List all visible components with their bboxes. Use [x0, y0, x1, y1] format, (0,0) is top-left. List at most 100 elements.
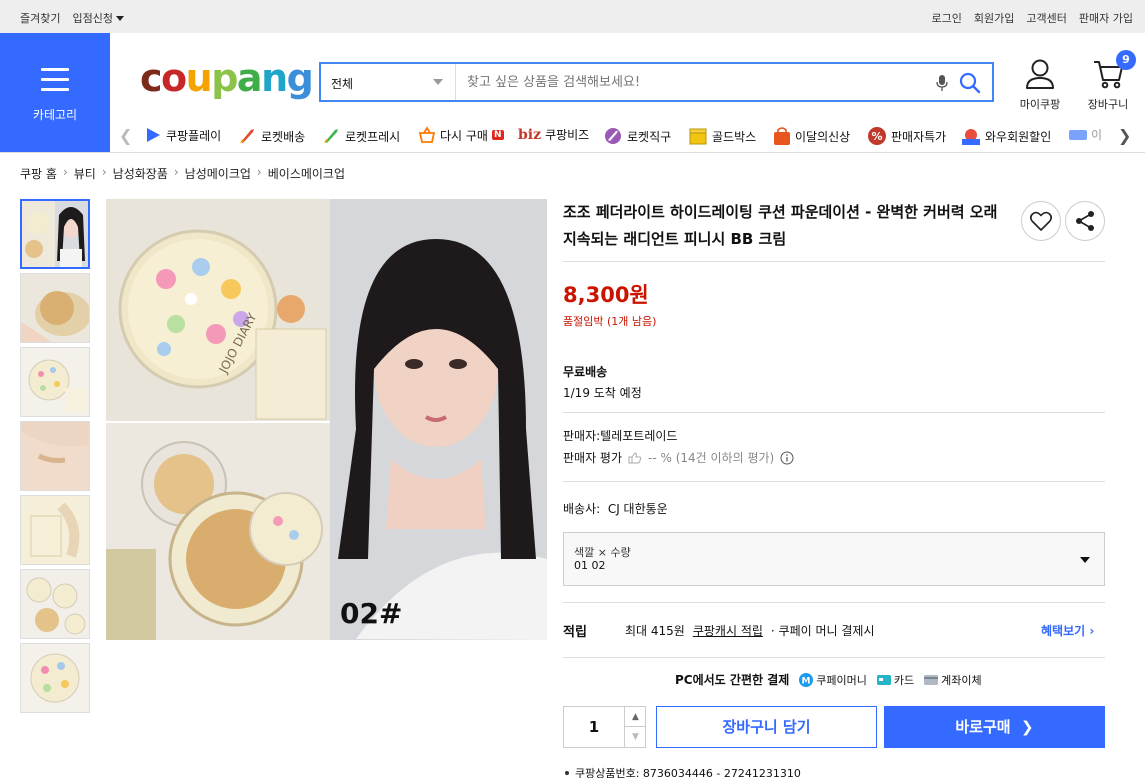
product-number: 쿠팡상품번호: 8736034446 - 27241231310: [565, 765, 801, 778]
login-link[interactable]: 로그인: [932, 10, 962, 26]
logo-letter: c: [140, 56, 163, 100]
nav-goldbox[interactable]: 골드박스: [688, 126, 756, 146]
payment-card: 카드: [876, 672, 915, 688]
coupon-icon: [1069, 129, 1087, 140]
product-thumbnail[interactable]: [20, 273, 90, 343]
category-label: 카테고리: [32, 108, 78, 122]
product-thumbnail[interactable]: [20, 421, 90, 491]
chevron-right-icon: ›: [1089, 624, 1095, 638]
divider: [563, 481, 1105, 482]
benefit-link-label: 혜택보기: [1041, 624, 1086, 638]
scroll-left-icon[interactable]: ❮: [119, 126, 132, 145]
nav-seller-deal[interactable]: % 판매자특가: [867, 126, 946, 146]
customer-center-link[interactable]: 고객센터: [1026, 10, 1066, 26]
nav-label: 와우회원할인: [985, 129, 1052, 144]
user-icon: [1026, 59, 1054, 89]
bullet-icon: [565, 771, 569, 775]
coupang-logo[interactable]: coupang: [140, 56, 314, 100]
search-scope-value: 전체: [331, 77, 354, 91]
payment-method-label: 카드: [893, 673, 915, 687]
breadcrumb-item[interactable]: 베이스메이크업: [268, 165, 345, 182]
nav-rebuy[interactable]: 다시 구매 N: [418, 126, 504, 144]
buy-now-button[interactable]: 바로구매 ❯: [884, 706, 1105, 748]
share-button[interactable]: [1065, 201, 1105, 241]
percent-icon: %: [868, 127, 886, 145]
info-icon[interactable]: [780, 451, 794, 465]
nav-coupang-play[interactable]: 쿠팡플레이: [144, 126, 221, 144]
product-thumbnail[interactable]: [20, 495, 90, 565]
seller-name[interactable]: 텔레포트레이드: [600, 429, 677, 443]
svg-text:%: %: [871, 130, 882, 143]
nav-coupang-biz[interactable]: biz 쿠팡비즈: [518, 126, 589, 143]
heart-icon: [1029, 211, 1053, 231]
main-product-image[interactable]: JOJO DIARY 02#: [106, 199, 547, 640]
basket-icon: [418, 126, 436, 143]
search-scope-select[interactable]: 전체: [321, 64, 456, 100]
benefit-link[interactable]: 혜택보기 ›: [1041, 622, 1094, 639]
shipping-title: 무료배송: [563, 365, 608, 379]
nav-label: 로켓직구: [627, 129, 672, 144]
breadcrumb-item[interactable]: 뷰티: [74, 165, 96, 182]
nav-rocket-delivery[interactable]: 로켓배송: [237, 126, 305, 146]
nav-label: 이: [1091, 128, 1103, 142]
top-utility-bar: 즐겨찾기 입점신청 로그인 회원가입 고객센터 판매자 가입: [0, 0, 1145, 33]
wishlist-button[interactable]: [1021, 201, 1061, 241]
breadcrumb-item[interactable]: 남성메이크업: [185, 165, 251, 182]
category-nav: ❮ 쿠팡플레이 로켓배송 로켓프레시 다시 구매 N biz 쿠팡비즈 로켓직구…: [110, 118, 1145, 152]
search-icon[interactable]: [959, 72, 981, 94]
category-menu-button[interactable]: 카테고리: [0, 33, 110, 152]
reward-max: 최대 415원: [625, 624, 685, 638]
breadcrumb-separator-icon: ›: [173, 165, 179, 179]
goldbox-icon: [689, 128, 707, 145]
signup-link[interactable]: 회원가입: [974, 10, 1014, 26]
product-thumbnail[interactable]: [20, 569, 90, 639]
dropdown-arrow-icon: [1080, 557, 1090, 563]
dropdown-arrow-icon: [433, 79, 443, 85]
nav-coupon[interactable]: 이: [1069, 126, 1102, 143]
search-input[interactable]: [457, 64, 917, 100]
scroll-right-icon[interactable]: ❯: [1118, 126, 1131, 145]
product-number-text: 쿠팡상품번호: 8736034446 - 27241231310: [575, 767, 801, 778]
breadcrumb-item[interactable]: 쿠팡 홈: [20, 165, 57, 182]
cart-button[interactable]: 장바구니 9: [1078, 50, 1138, 112]
product-thumbnail[interactable]: [20, 199, 90, 269]
coupay-money-icon: M: [799, 672, 814, 687]
option-label: 색깔 × 수량: [574, 546, 631, 559]
seller-apply-link[interactable]: 입점신청: [72, 10, 124, 26]
nav-new-arrivals[interactable]: 이달의신상: [773, 126, 850, 146]
my-coupang-button[interactable]: 마이쿠팡: [1010, 58, 1070, 112]
decrease-icon[interactable]: ▼: [624, 727, 646, 747]
nav-rocket-fresh[interactable]: 로켓프레시: [321, 126, 400, 146]
option-select[interactable]: 색깔 × 수량 01 02: [563, 532, 1105, 586]
bank-transfer-icon: [924, 674, 939, 685]
global-icon: [605, 128, 621, 144]
breadcrumb-item[interactable]: 남성화장품: [113, 165, 168, 182]
carrier-info: 배송사: CJ 대한통운: [563, 500, 668, 517]
nav-label: 로켓배송: [261, 129, 306, 144]
coupang-cash-link[interactable]: 쿠팡캐시 적립: [693, 622, 763, 639]
product-thumbnail[interactable]: [20, 643, 90, 713]
image-label: 02#: [340, 597, 402, 630]
payment-methods: PC에서도 간편한 결제 M 쿠페이머니 카드 계좌이체: [675, 671, 982, 688]
product-title: 조조 페더라이트 하이드레이팅 쿠션 파운데이션 - 완벽한 커버력 오래 지속…: [563, 203, 998, 248]
nav-rocket-global[interactable]: 로켓직구: [603, 126, 671, 146]
bookmark-link[interactable]: 즐겨찾기: [20, 10, 60, 26]
svg-text:M: M: [802, 676, 811, 686]
nav-wow-discount[interactable]: 와우회원할인: [961, 126, 1051, 146]
product-thumbnail[interactable]: [20, 347, 90, 417]
add-to-cart-button[interactable]: 장바구니 담기: [656, 706, 877, 748]
seller-apply-label: 입점신청: [72, 12, 113, 25]
share-icon: [1076, 211, 1094, 231]
chevron-right-icon: ❯: [1021, 718, 1034, 736]
logo-letter: a: [236, 56, 263, 100]
wow-icon: [962, 129, 980, 145]
my-coupang-label: 마이쿠팡: [1019, 98, 1061, 111]
seller-signup-link[interactable]: 판매자 가입: [1079, 10, 1133, 26]
payment-bank-transfer: 계좌이체: [924, 672, 982, 688]
thumbnail-list: [20, 199, 90, 717]
nav-label: 쿠팡플레이: [166, 128, 222, 143]
quantity-value[interactable]: 1: [564, 707, 624, 747]
increase-icon[interactable]: ▲: [624, 707, 646, 727]
microphone-icon[interactable]: [935, 74, 949, 92]
reward-condition: · 쿠페이 머니 결제시: [770, 624, 875, 638]
